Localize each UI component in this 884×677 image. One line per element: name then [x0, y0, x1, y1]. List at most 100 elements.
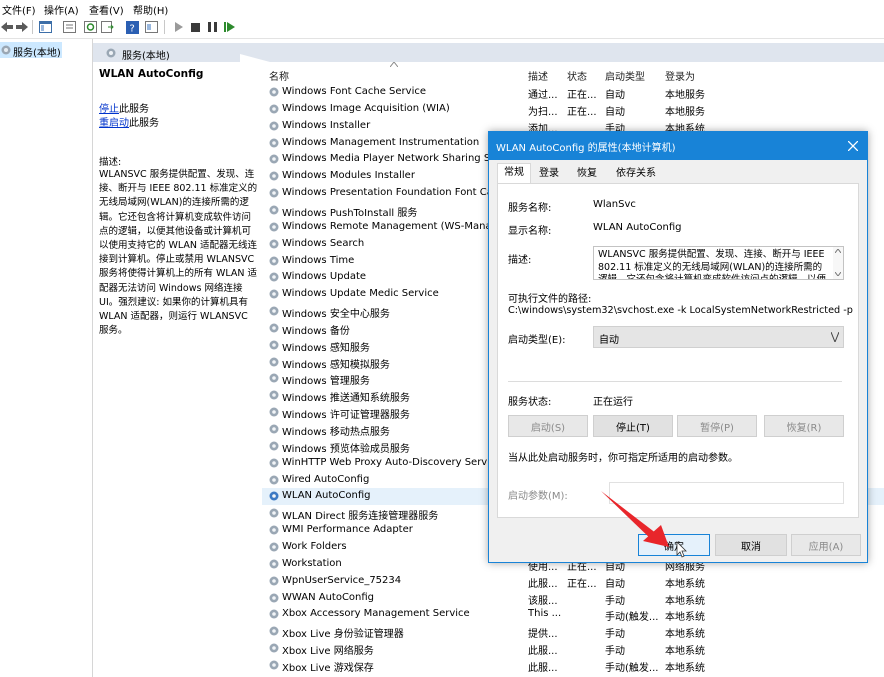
start-button[interactable]: 启动(S) — [508, 415, 588, 437]
cell-name: Windows 感知服务 — [282, 342, 370, 354]
refresh-icon[interactable] — [83, 20, 97, 34]
column-header-status[interactable]: 状态 — [567, 68, 587, 83]
gear-icon — [269, 205, 279, 215]
description-box[interactable]: WLANSVC 服务提供配置、发现、连接、断开与 IEEE 802.11 标准定… — [593, 246, 844, 280]
cell-name: Xbox Live 游戏保存 — [282, 662, 374, 674]
resume-button[interactable]: 恢复(R) — [764, 415, 844, 437]
cell-name: Windows Management Instrumentation — [282, 136, 480, 148]
close-button[interactable] — [839, 132, 867, 160]
description-text: WLANSVC 服务提供配置、发现、连接、断开与 IEEE 802.11 标准定… — [99, 169, 258, 337]
gear-icon — [269, 87, 279, 97]
display-name-value: WLAN AutoConfig — [593, 222, 682, 233]
cell-name: Wired AutoConfig — [282, 473, 370, 485]
console-tree: 服务(本地) — [0, 39, 93, 677]
tab-dependencies[interactable]: 依存关系 — [610, 165, 662, 183]
gear-icon — [269, 643, 279, 653]
description-label: 描述: — [508, 255, 532, 266]
dialog-title: WLAN AutoConfig 的属性(本地计算机) — [496, 143, 676, 154]
gear-icon — [269, 441, 279, 451]
menu-file[interactable]: 文件(F) — [2, 2, 36, 17]
cell-description: 此服... — [528, 578, 558, 590]
cell-name: Windows Search — [282, 237, 365, 249]
gear-icon — [269, 576, 279, 586]
table-row[interactable]: Windows Image Acquisition (WIA) 为扫... 正在..… — [262, 101, 884, 118]
menu-bar: 文件(F) 操作(A) 查看(V) 帮助(H) — [0, 0, 884, 17]
tab-recovery[interactable]: 恢复 — [571, 165, 603, 183]
console-tree-icon[interactable] — [38, 20, 52, 34]
column-header-log-on-as[interactable]: 登录为 — [665, 68, 695, 83]
tab-general[interactable]: 常规 — [497, 163, 531, 185]
table-row[interactable]: WpnUserService_75234 此服... 正在... 自动 本地系统 — [262, 573, 884, 590]
cell-log-on-as: 本地服务 — [665, 106, 705, 118]
gear-icon — [269, 289, 279, 299]
start-service-icon[interactable] — [172, 20, 186, 34]
export-list-icon[interactable] — [100, 20, 114, 34]
main-header: 服务(本地) — [93, 43, 884, 62]
cancel-button[interactable]: 取消 — [715, 534, 787, 556]
table-row[interactable]: Windows Font Cache Service 通过... 正在... 自动 本地… — [262, 84, 884, 101]
cell-status: 正在... — [567, 578, 597, 590]
startup-type-select[interactable]: 自动 — [593, 326, 844, 348]
restart-service-link[interactable]: 重启动 — [99, 118, 129, 129]
chevron-down-icon — [831, 332, 839, 342]
startup-type-label: 启动类型(E): — [508, 335, 566, 346]
gear-icon — [269, 593, 279, 602]
cell-name: Windows Presentation Foundation Font Cac… — [282, 187, 521, 199]
menu-action[interactable]: 操作(A) — [44, 2, 79, 17]
cell-log-on-as: 本地系统 — [665, 578, 705, 590]
cell-name: Windows Font Cache Service — [282, 86, 427, 97]
cell-log-on-as: 本地系统 — [665, 612, 705, 624]
tab-log-on[interactable]: 登录 — [533, 165, 565, 183]
forward-arrow-icon[interactable] — [15, 20, 29, 34]
column-header-startup-type[interactable]: 启动类型 — [605, 68, 645, 83]
cell-name: Windows Remote Management (WS-Manageme — [282, 220, 520, 232]
cell-startup-type: 手动 — [605, 629, 625, 641]
service-name-label: 服务名称: — [508, 203, 552, 214]
cell-description: 该服... — [528, 595, 558, 607]
gear-icon — [269, 508, 279, 518]
table-row[interactable]: Xbox Live 网络服务 此服... 手动 本地系统 — [262, 640, 884, 657]
cell-startup-type: 手动 — [605, 595, 625, 607]
properties-icon[interactable] — [62, 20, 76, 34]
view-icon[interactable] — [144, 20, 158, 34]
table-row[interactable]: Xbox Accessory Management Service This ..… — [262, 606, 884, 623]
cell-name: Windows 感知模拟服务 — [282, 359, 390, 371]
menu-help[interactable]: 帮助(H) — [133, 2, 168, 17]
description-box-text: WLANSVC 服务提供配置、发现、连接、断开与 IEEE 802.11 标准定… — [598, 249, 827, 280]
cell-log-on-as: 本地系统 — [665, 595, 705, 607]
restart-service-icon[interactable] — [222, 20, 236, 34]
help-icon[interactable]: ? — [125, 20, 139, 34]
apply-button[interactable]: 应用(A) — [791, 534, 861, 556]
scroll-down-icon — [835, 272, 841, 276]
service-status-label: 服务状态: — [508, 397, 552, 408]
menu-view[interactable]: 查看(V) — [89, 2, 124, 17]
scroll-up-icon — [835, 249, 841, 253]
startup-type-value: 自动 — [599, 335, 619, 346]
cell-name: Work Folders — [282, 540, 347, 552]
cell-description: 为扫... — [528, 106, 558, 118]
table-row[interactable]: WWAN AutoConfig 该服... 手动 本地系统 — [262, 590, 884, 607]
pause-service-icon[interactable] — [205, 20, 219, 34]
back-arrow-icon[interactable] — [0, 20, 14, 34]
cell-name: WWAN AutoConfig — [282, 591, 375, 603]
description-scrollbar[interactable] — [833, 247, 843, 279]
stop-service-icon[interactable] — [188, 20, 202, 34]
cell-log-on-as: 本地系统 — [665, 662, 705, 674]
column-header-name[interactable]: 名称 — [269, 68, 289, 83]
cell-name: Windows 许可证管理器服务 — [282, 410, 410, 422]
cell-name: Xbox Live 网络服务 — [282, 646, 374, 658]
table-row[interactable]: Xbox Live 身份验证管理器 提供... 手动 本地系统 — [262, 623, 884, 640]
gear-icon — [269, 458, 279, 468]
stop-button[interactable]: 停止(T) — [593, 415, 673, 437]
gear-icon — [269, 323, 279, 333]
divider — [508, 381, 842, 382]
table-row[interactable]: Xbox Live 游戏保存 此服... 手动(触发... 本地系统 — [262, 657, 884, 674]
gear-icon — [269, 407, 279, 417]
executable-path-value: C:\windows\system32\svchost.exe -k Local… — [508, 305, 853, 316]
column-header-description[interactable]: 描述 — [528, 68, 548, 83]
gear-icon — [269, 256, 279, 265]
pause-button[interactable]: 暂停(P) — [677, 415, 757, 437]
gear-icon — [269, 559, 279, 569]
tree-item-services-local[interactable]: 服务(本地) — [0, 42, 62, 59]
cell-name: Windows 安全中心服务 — [282, 309, 390, 321]
